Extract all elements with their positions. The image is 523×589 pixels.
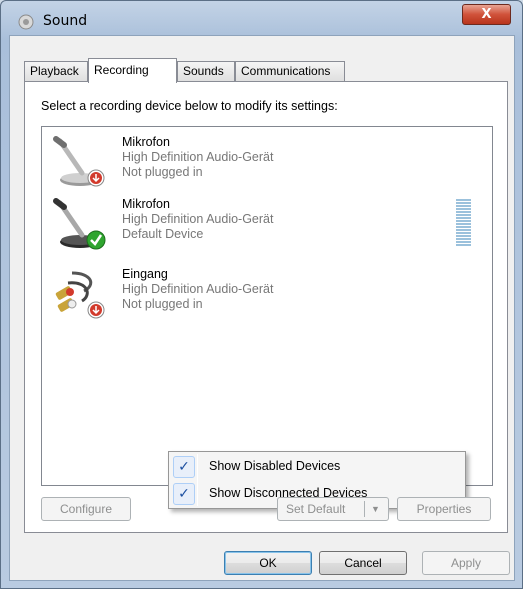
device-item[interactable]: Mikrofon High Definition Audio-Gerät Not… (42, 131, 492, 197)
configure-button[interactable]: Configure (41, 497, 131, 521)
close-icon: X (481, 7, 492, 22)
tab-playback[interactable]: Playback (24, 61, 88, 82)
title-bar[interactable]: Sound X (1, 1, 522, 35)
close-button[interactable]: X (462, 4, 511, 25)
tab-communications[interactable]: Communications (235, 61, 345, 82)
checkmark-icon: ✓ (173, 456, 195, 478)
microphone-icon (53, 136, 105, 187)
unplugged-badge-icon (87, 301, 105, 319)
apply-button[interactable]: Apply (422, 551, 510, 575)
chevron-down-icon[interactable]: ▼ (371, 498, 380, 520)
properties-button[interactable]: Properties (397, 497, 491, 521)
tab-sounds[interactable]: Sounds (177, 61, 235, 82)
rca-cable-icon (55, 271, 105, 319)
window-title: Sound (43, 13, 88, 29)
instruction-text: Select a recording device below to modif… (41, 99, 338, 113)
device-driver: High Definition Audio-Gerät (122, 150, 274, 164)
cancel-button[interactable]: Cancel (319, 551, 407, 575)
checkmark-icon: ✓ (173, 483, 195, 505)
device-item[interactable]: Mikrofon High Definition Audio-Gerät Def… (42, 193, 492, 259)
recording-tab-panel: Select a recording device below to modif… (24, 81, 508, 533)
unplugged-badge-icon (87, 169, 105, 187)
device-item[interactable]: Eingang High Definition Audio-Gerät Not … (42, 263, 492, 329)
speaker-icon (18, 14, 34, 30)
set-default-button[interactable]: Set Default ▼ (277, 497, 389, 521)
device-name: Eingang (122, 267, 168, 281)
level-meter (456, 199, 471, 249)
device-name: Mikrofon (122, 135, 170, 149)
sound-dialog: Sound X Playback Recording Sounds Commun… (0, 0, 523, 589)
menu-item-show-disabled-devices[interactable]: ✓ Show Disabled Devices (171, 454, 463, 480)
tab-recording[interactable]: Recording (88, 58, 177, 83)
device-status: Not plugged in (122, 165, 203, 179)
device-list[interactable]: Mikrofon High Definition Audio-Gerät Not… (41, 126, 493, 509)
device-driver: High Definition Audio-Gerät (122, 282, 274, 296)
ok-button[interactable]: OK (224, 551, 312, 575)
menu-item-label: Show Disabled Devices (209, 459, 341, 473)
device-driver: High Definition Audio-Gerät (122, 212, 274, 226)
default-check-icon (86, 230, 106, 250)
dialog-client-area: Playback Recording Sounds Communications… (9, 35, 515, 581)
device-status: Default Device (122, 227, 204, 241)
device-status: Not plugged in (122, 297, 203, 311)
device-name: Mikrofon (122, 197, 170, 211)
microphone-icon (53, 198, 106, 250)
